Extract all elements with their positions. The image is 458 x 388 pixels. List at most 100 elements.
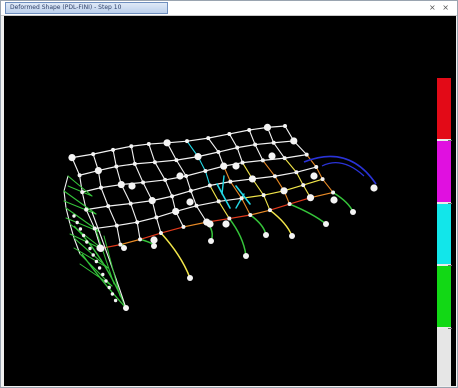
model-node bbox=[117, 180, 125, 189]
model-node bbox=[239, 196, 244, 201]
model-node bbox=[253, 142, 258, 147]
model-viewport[interactable] bbox=[4, 16, 456, 386]
model-node bbox=[314, 165, 319, 170]
frame-member bbox=[209, 184, 220, 202]
frame-member bbox=[130, 145, 136, 165]
model-node bbox=[216, 150, 221, 155]
frame-member bbox=[204, 170, 211, 187]
document-tab[interactable]: Deformed Shape (PDL-FINI) - Step 10 bbox=[5, 2, 168, 14]
frame-member bbox=[274, 171, 297, 177]
model-node bbox=[247, 127, 252, 132]
frame-member bbox=[136, 221, 141, 240]
frame-member bbox=[134, 161, 156, 165]
model-node bbox=[172, 207, 180, 216]
model-node bbox=[75, 220, 79, 225]
frame-member bbox=[171, 190, 192, 197]
model-node bbox=[154, 215, 159, 220]
model-node bbox=[263, 123, 272, 131]
frame-member bbox=[154, 161, 166, 181]
model-node bbox=[138, 237, 143, 242]
frame-member bbox=[63, 175, 69, 192]
frame-member bbox=[284, 154, 308, 159]
frame-member bbox=[130, 203, 138, 223]
frame-member bbox=[160, 226, 185, 234]
frame-member bbox=[241, 197, 251, 216]
frame-member bbox=[148, 143, 156, 163]
model-node bbox=[261, 193, 266, 198]
model-node bbox=[187, 275, 193, 281]
frame-member bbox=[228, 133, 238, 149]
model-node bbox=[114, 164, 119, 169]
frame-member bbox=[322, 178, 334, 194]
model-node bbox=[91, 152, 96, 157]
model-node bbox=[280, 187, 288, 195]
model-node bbox=[203, 168, 208, 173]
model-node bbox=[289, 233, 295, 239]
model-node bbox=[123, 305, 129, 311]
frame-member bbox=[295, 166, 317, 173]
model-node bbox=[227, 216, 232, 221]
legend-band bbox=[437, 203, 451, 265]
frame-member bbox=[248, 129, 256, 146]
model-node bbox=[88, 246, 92, 251]
frame-member bbox=[63, 190, 67, 209]
frame-member bbox=[186, 137, 209, 142]
frame-member bbox=[303, 155, 377, 185]
color-legend-bar bbox=[437, 78, 452, 386]
frame-member bbox=[107, 205, 118, 227]
deformed-frame-model bbox=[63, 123, 378, 311]
frame-member bbox=[136, 216, 157, 223]
model-node bbox=[68, 154, 76, 162]
close-icon[interactable]: × bbox=[442, 3, 451, 12]
model-node bbox=[310, 172, 318, 180]
frame-member bbox=[139, 232, 162, 240]
model-node bbox=[207, 183, 212, 188]
frame-member bbox=[185, 170, 206, 177]
model-node bbox=[114, 223, 119, 228]
deformed-shape-window: Deformed Shape (PDL-FINI) - Step 10 × × bbox=[0, 0, 458, 388]
frame-member bbox=[154, 159, 177, 163]
frame-member bbox=[116, 225, 121, 246]
frame-member bbox=[119, 238, 141, 246]
model-node bbox=[174, 158, 179, 163]
frame-member bbox=[228, 214, 251, 220]
model-node bbox=[248, 175, 257, 183]
model-node bbox=[260, 158, 265, 163]
model-node bbox=[97, 266, 102, 270]
model-node bbox=[220, 162, 228, 170]
model-node bbox=[106, 204, 111, 209]
model-node bbox=[111, 147, 116, 152]
frame-member bbox=[116, 221, 138, 227]
frame-member bbox=[207, 133, 230, 139]
model-node bbox=[228, 179, 233, 184]
frame-member bbox=[221, 175, 225, 195]
frame-member bbox=[164, 179, 173, 197]
model-node bbox=[85, 240, 89, 244]
frame-member bbox=[195, 200, 220, 207]
frame-member bbox=[249, 214, 267, 236]
frame-member bbox=[236, 147, 244, 164]
window-controls: × × bbox=[429, 2, 451, 13]
model-node bbox=[107, 285, 111, 290]
model-node bbox=[170, 194, 175, 199]
model-node bbox=[135, 220, 140, 225]
frame-member bbox=[269, 209, 293, 237]
model-node bbox=[91, 253, 95, 257]
frame-member bbox=[160, 232, 191, 279]
model-node bbox=[287, 202, 292, 207]
model-node bbox=[268, 152, 276, 160]
model-node bbox=[323, 221, 329, 227]
frame-member bbox=[79, 174, 83, 193]
model-node bbox=[94, 166, 102, 175]
frame-member bbox=[190, 184, 211, 192]
model-node bbox=[110, 292, 115, 296]
frame-member bbox=[236, 143, 256, 149]
model-node bbox=[208, 238, 214, 244]
model-node bbox=[320, 177, 325, 182]
model-node bbox=[282, 156, 287, 161]
minimize-icon[interactable]: × bbox=[429, 3, 438, 12]
model-node bbox=[72, 214, 76, 218]
model-node bbox=[104, 279, 108, 283]
model-node bbox=[148, 197, 156, 205]
model-node bbox=[304, 152, 309, 157]
